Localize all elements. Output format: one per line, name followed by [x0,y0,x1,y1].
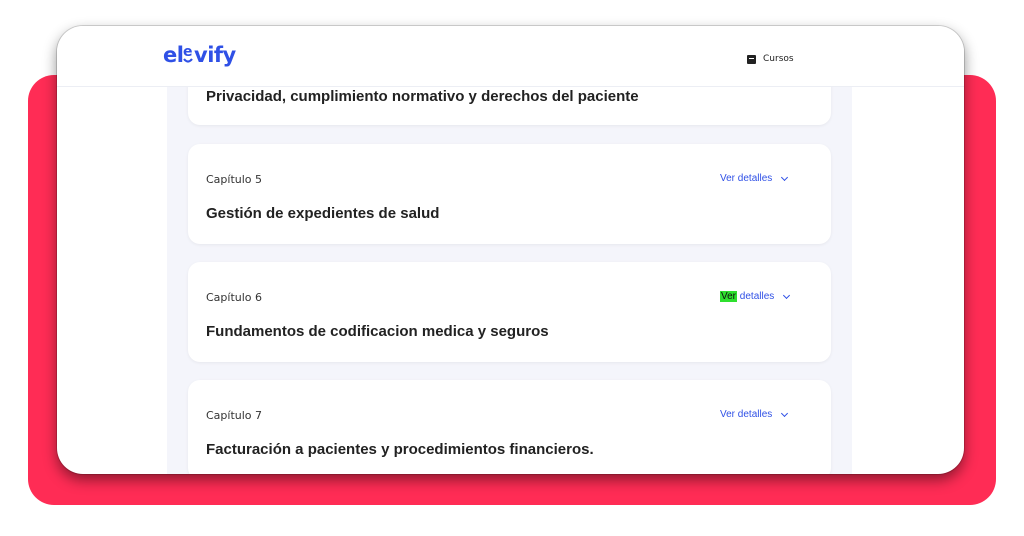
view-details-button[interactable]: Ver detalles [720,291,791,302]
chapter-card: Capítulo 7 Ver detalles Facturación a pa… [188,380,831,474]
chapter-title: Privacidad, cumplimiento normativo y der… [206,88,639,105]
nav-courses-link[interactable]: Cursos [747,54,794,64]
view-details-button[interactable]: Ver detalles [720,409,789,420]
browser-window: el e vify Cursos Privacidad, cumplimient… [57,26,964,474]
chevron-down-icon [783,291,791,299]
nav-courses-label: Cursos [763,54,794,64]
chapter-card: Capítulo 6 Ver detalles Fundamentos de c… [188,262,831,362]
chapter-card: Capítulo 5 Ver detalles Gestión de exped… [188,144,831,244]
chapter-number: Capítulo 5 [206,173,263,186]
svg-text:vify: vify [194,43,237,67]
details-label: detalles [737,291,775,302]
chapter-title: Gestión de expedientes de salud [206,205,440,222]
details-prefix-highlighted: Ver [720,291,738,302]
details-prefix: Ver [720,173,736,184]
chapter-number: Capítulo 6 [206,291,263,304]
svg-text:el: el [163,43,183,67]
chapter-title: Facturación a pacientes y procedimientos… [206,441,594,458]
chevron-down-icon [781,409,789,417]
chevron-down-icon [781,173,789,181]
details-label: detalles [735,173,773,184]
top-navbar: el e vify Cursos [57,26,964,87]
details-label: detalles [735,409,773,420]
logo-wordmark: el e vify [163,43,237,67]
view-details-button[interactable]: Ver detalles [720,173,789,184]
svg-text:e: e [183,44,192,60]
details-prefix: Ver [720,409,736,420]
chapter-number: Capítulo 7 [206,409,263,422]
elevify-logo[interactable]: el e vify [163,42,243,74]
book-icon [747,54,756,64]
chapter-title: Fundamentos de codificacion medica y seg… [206,323,549,340]
